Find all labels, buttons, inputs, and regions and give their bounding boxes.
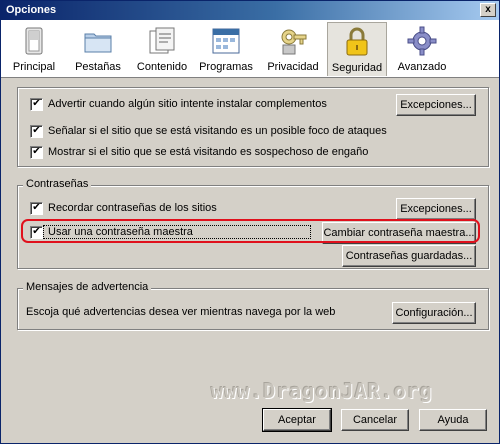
security-group: ✔ Advertir cuando algún sitio intente in… <box>17 87 489 167</box>
window-title: Opciones <box>6 4 57 16</box>
tab-contenido[interactable]: Contenido <box>133 22 191 76</box>
remember-passwords-label: Recordar contraseñas de los sitios <box>48 202 217 214</box>
passwords-legend: Contraseñas <box>23 178 92 190</box>
tab-principal[interactable]: Principal <box>5 22 63 76</box>
padlock-icon <box>346 27 368 56</box>
tab-avanzado[interactable]: Avanzado <box>391 22 453 76</box>
passwords-exceptions-button[interactable]: Excepciones... <box>396 198 476 220</box>
warnings-legend: Mensajes de advertencia <box>23 281 152 293</box>
warnings-config-button[interactable]: Configuración... <box>392 302 476 324</box>
close-button[interactable]: x <box>480 3 496 17</box>
addons-warn-checkbox[interactable]: ✔ <box>30 98 43 111</box>
calendar-app-icon <box>212 28 240 54</box>
forgery-site-checkbox[interactable]: ✔ <box>30 146 43 159</box>
privacy-mask-icon <box>281 29 307 55</box>
addons-warn-label: Advertir cuando algún sitio intente inst… <box>48 98 327 110</box>
attack-site-checkbox[interactable]: ✔ <box>30 125 43 138</box>
cancel-button[interactable]: Cancelar <box>341 409 409 431</box>
ok-button[interactable]: Aceptar <box>262 408 332 432</box>
gear-icon <box>407 26 437 56</box>
tab-programas[interactable]: Programas <box>195 22 257 76</box>
preferences-toolbar: Principal Pestañas Contenido Programas P… <box>1 20 499 78</box>
remember-passwords-checkbox[interactable]: ✔ <box>30 202 43 215</box>
title-bar[interactable]: Opciones x <box>1 1 499 20</box>
attack-site-label: Señalar si el sitio que se está visitand… <box>48 125 387 137</box>
document-content-icon <box>149 27 175 54</box>
warnings-description: Escoja qué advertencias desea ver mientr… <box>26 306 336 318</box>
forgery-site-label: Mostrar si el sitio que se está visitand… <box>48 146 369 158</box>
warnings-group: Mensajes de advertencia Escoja qué adver… <box>17 281 489 330</box>
folder-tabs-icon <box>84 33 112 53</box>
addons-exceptions-button[interactable]: Excepciones... <box>396 94 476 116</box>
switch-icon <box>25 27 43 55</box>
tab-seguridad[interactable]: Seguridad <box>327 22 387 76</box>
tab-privacidad[interactable]: Privacidad <box>263 22 323 76</box>
tab-pestanas[interactable]: Pestañas <box>67 22 129 76</box>
watermark-text: www.DragonJAR.org <box>211 379 433 403</box>
saved-passwords-button[interactable]: Contraseñas guardadas... <box>342 245 476 267</box>
options-dialog: Opciones x Principal Pestañas Contenido … <box>0 0 500 444</box>
master-password-highlight <box>21 219 480 243</box>
help-button[interactable]: Ayuda <box>419 409 487 431</box>
